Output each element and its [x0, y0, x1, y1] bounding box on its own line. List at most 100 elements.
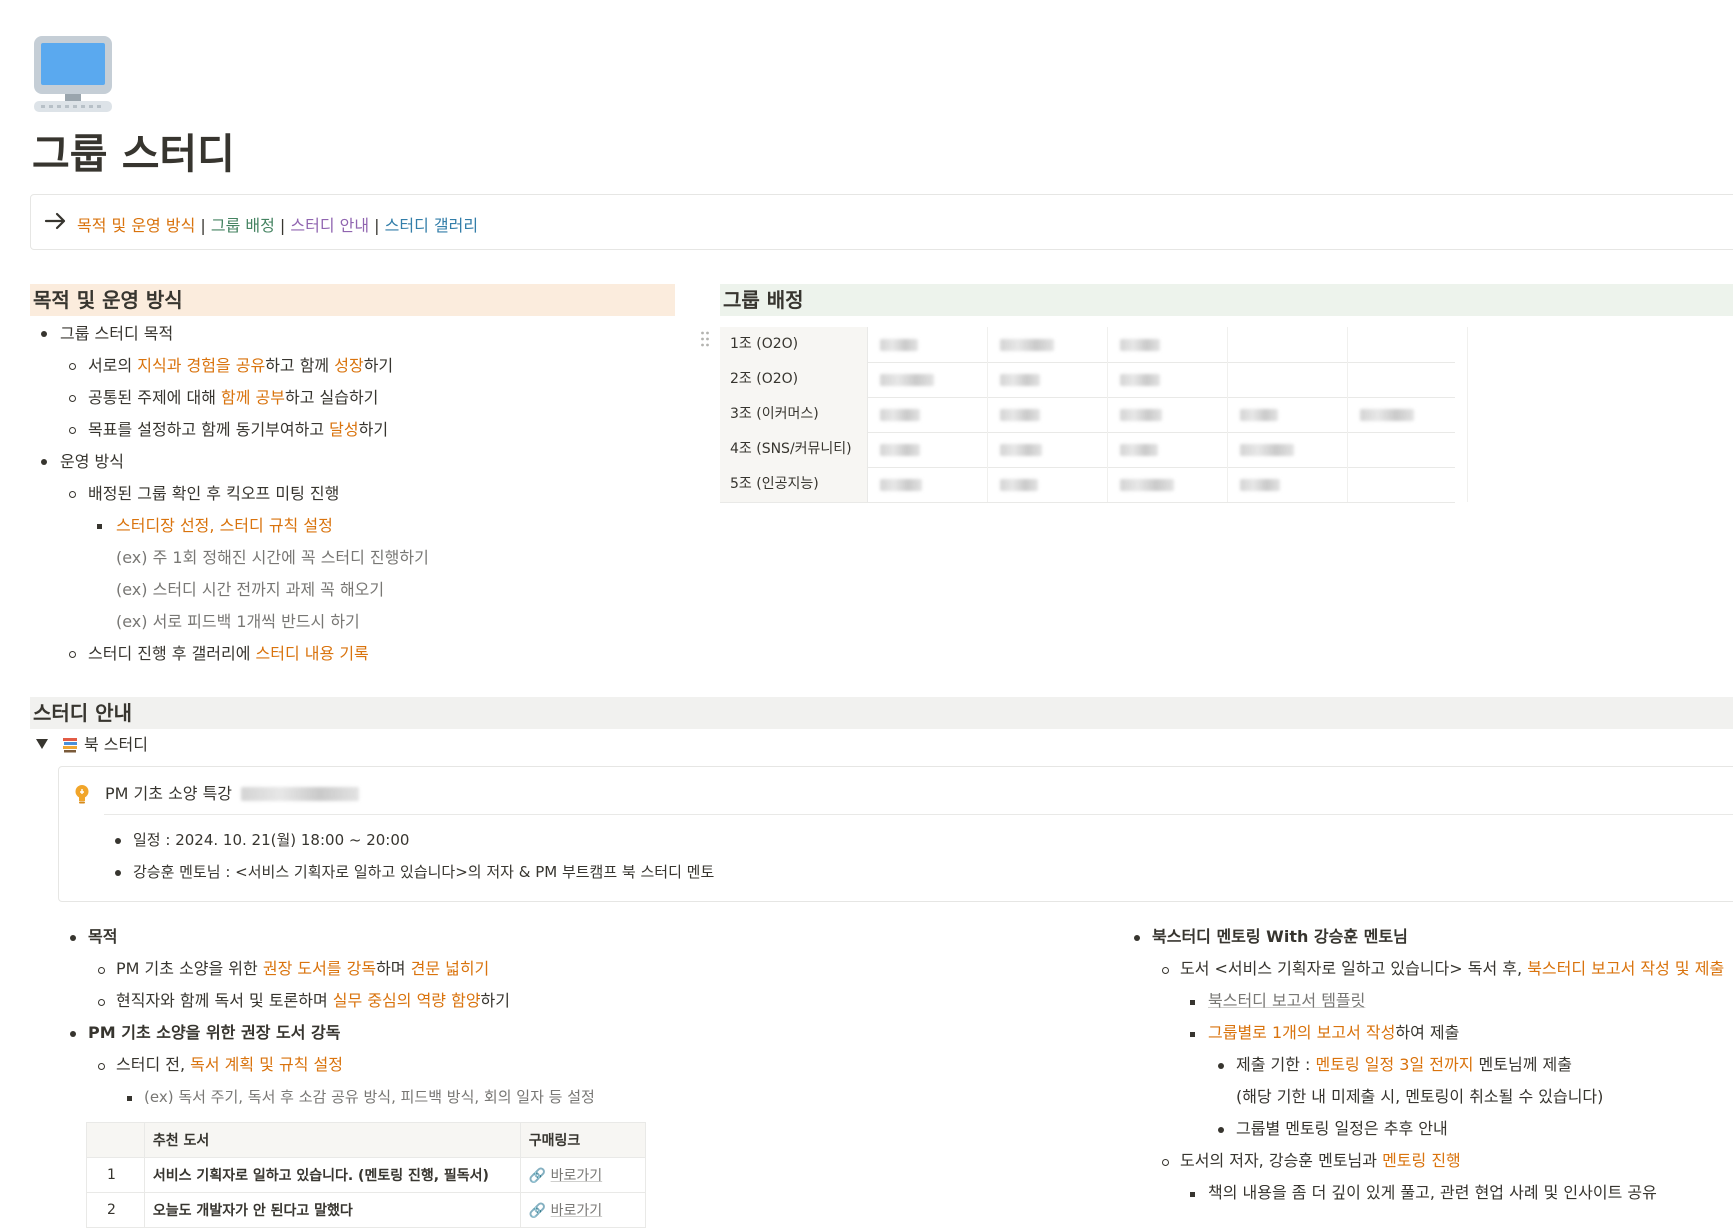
bullet — [1134, 935, 1140, 941]
member-cell — [1228, 362, 1348, 397]
redacted-member-name — [1000, 339, 1054, 351]
redacted-member-name — [1000, 444, 1042, 456]
section-heading-purpose: 목적 및 운영 방식 — [30, 284, 675, 316]
redacted-member-name — [880, 444, 920, 456]
list-item: 도서의 저자, 강승훈 멘토님과 멘토링 진행 — [1180, 1151, 1461, 1170]
bullet — [70, 1031, 76, 1037]
member-cell — [1228, 432, 1348, 467]
redacted-member-name — [1000, 409, 1040, 421]
callout-title: PM 기초 소양 특강 — [105, 783, 360, 805]
bullet — [115, 838, 121, 844]
bullet — [41, 331, 47, 337]
toggle-triangle-icon[interactable] — [36, 739, 48, 749]
bullet — [127, 1096, 132, 1101]
redacted-member-name — [1120, 374, 1160, 386]
list-item: 그룹별로 1개의 보고서 작성하여 제출 — [1208, 1023, 1460, 1042]
list-item: 일정 : 2024. 10. 21(월) 18:00 ~ 20:00 — [133, 831, 410, 849]
table-row: 3조 (이커머스) — [720, 397, 1468, 433]
member-cell — [988, 432, 1108, 467]
list-item: 스터디 진행 후 갤러리에 스터디 내용 기록 — [88, 644, 369, 663]
list-item: 현직자와 함께 독서 및 토론하며 실무 중심의 역량 함양하기 — [116, 991, 510, 1010]
bullet — [1218, 1063, 1224, 1069]
table-row: 2 오늘도 개발자가 안 된다고 말했다 🔗 바로가기 — [86, 1192, 647, 1228]
redacted-member-name — [1120, 409, 1162, 421]
list-item: 공통된 주제에 대해 함께 공부하고 실습하기 — [88, 388, 379, 407]
redacted-member-name — [1120, 444, 1158, 456]
member-cell — [868, 397, 988, 432]
bullet — [69, 491, 76, 498]
purchase-link[interactable]: 🔗 바로가기 — [519, 1192, 647, 1228]
redacted-member-name — [1120, 339, 1160, 351]
list-item: 목적 — [88, 927, 118, 946]
book-table: 추천 도서 구매링크 1 서비스 기획자로 일하고 있습니다. (멘토링 진행,… — [86, 1122, 647, 1228]
member-cell — [1108, 397, 1228, 432]
member-cell — [988, 327, 1108, 362]
redacted-member-name — [1240, 479, 1280, 491]
bullet — [70, 935, 76, 941]
list-item: PM 기초 소양을 위한 권장 도서 강독 — [88, 1023, 341, 1042]
drag-handle-icon[interactable] — [700, 330, 710, 348]
group-name: 1조 (O2O) — [720, 327, 868, 362]
group-name: 2조 (O2O) — [720, 362, 868, 397]
example-text: (ex) 주 1회 정해진 시간에 꼭 스터디 진행하기 — [116, 548, 429, 567]
member-cell — [1108, 327, 1228, 362]
member-cell — [988, 362, 1108, 397]
row-number: 2 — [86, 1192, 145, 1228]
list-item: 제출 기한 : 멘토링 일정 3일 전까지 멘토님께 제출 — [1236, 1055, 1572, 1074]
member-cell — [1108, 432, 1228, 467]
member-cell — [868, 327, 988, 362]
toc-link-study[interactable]: 스터디 안내 — [290, 216, 369, 235]
column-header — [86, 1122, 145, 1158]
toc-link-groups[interactable]: 그룹 배정 — [211, 216, 275, 235]
list-item: 북스터디 멘토링 With 강승훈 멘토님 — [1152, 927, 1408, 946]
divider — [104, 814, 1733, 815]
member-cell — [868, 362, 988, 397]
member-cell — [1228, 327, 1348, 362]
list-item: 스터디 전, 독서 계획 및 규칙 설정 — [116, 1055, 343, 1074]
list-item: (ex) 독서 주기, 독서 후 소감 공유 방식, 피드백 방식, 회의 일자… — [144, 1088, 595, 1106]
list-item: 강승훈 멘토님 : <서비스 기획자로 일하고 있습니다>의 저자 & PM 부… — [133, 863, 715, 881]
bullet — [1190, 1032, 1195, 1037]
column-header: 구매링크 — [519, 1122, 647, 1158]
list-item: 책의 내용을 좀 더 깊이 있게 풀고, 관련 현업 사례 및 인사이트 공유 — [1208, 1183, 1657, 1202]
member-cell — [988, 467, 1108, 502]
member-cell — [1348, 467, 1468, 502]
template-link[interactable]: 북스터디 보고서 템플릿 — [1208, 990, 1365, 1012]
arrow-right-icon — [44, 212, 66, 230]
bullet — [41, 459, 47, 465]
member-cell — [988, 397, 1108, 432]
list-item: 운영 방식 — [60, 452, 124, 471]
lightbulb-icon — [75, 785, 89, 804]
table-row: 5조 (인공지능) — [720, 467, 1468, 503]
toggle-label: 북 스터디 — [84, 735, 148, 754]
table-header-row: 추천 도서 구매링크 — [86, 1122, 647, 1158]
redacted-member-name — [880, 339, 918, 351]
book-title: 서비스 기획자로 일하고 있습니다. (멘토링 진행, 필독서) — [143, 1157, 521, 1193]
redacted-member-name — [1240, 409, 1278, 421]
toc-link-gallery[interactable]: 스터디 갤러리 — [385, 216, 478, 235]
bullet — [98, 967, 105, 974]
redacted-text — [241, 787, 360, 801]
toc-link-purpose[interactable]: 목적 및 운영 방식 — [77, 216, 195, 235]
redacted-member-name — [880, 374, 934, 386]
bullet — [115, 870, 121, 876]
purchase-link[interactable]: 🔗 바로가기 — [519, 1157, 647, 1193]
member-cell — [1348, 397, 1468, 432]
list-item: 스터디장 선정, 스터디 규칙 설정 — [116, 516, 333, 535]
redacted-member-name — [880, 479, 922, 491]
table-row: 1조 (O2O) — [720, 327, 1468, 363]
member-cell — [1228, 467, 1348, 502]
example-text: (ex) 서로 피드백 1개씩 반드시 하기 — [116, 612, 360, 631]
list-item: 그룹 스터디 목적 — [60, 324, 174, 343]
bullet — [69, 427, 76, 434]
member-cell — [1228, 397, 1348, 432]
redacted-member-name — [1000, 374, 1040, 386]
row-number: 1 — [86, 1157, 145, 1193]
bullet — [1218, 1127, 1224, 1133]
bullet — [1162, 1159, 1169, 1166]
member-cell — [1348, 432, 1468, 467]
section-heading-study: 스터디 안내 — [30, 697, 1733, 729]
list-item: 목표를 설정하고 함께 동기부여하고 달성하기 — [88, 420, 389, 439]
redacted-member-name — [1360, 409, 1414, 421]
section-heading-groups: 그룹 배정 — [720, 284, 1733, 316]
